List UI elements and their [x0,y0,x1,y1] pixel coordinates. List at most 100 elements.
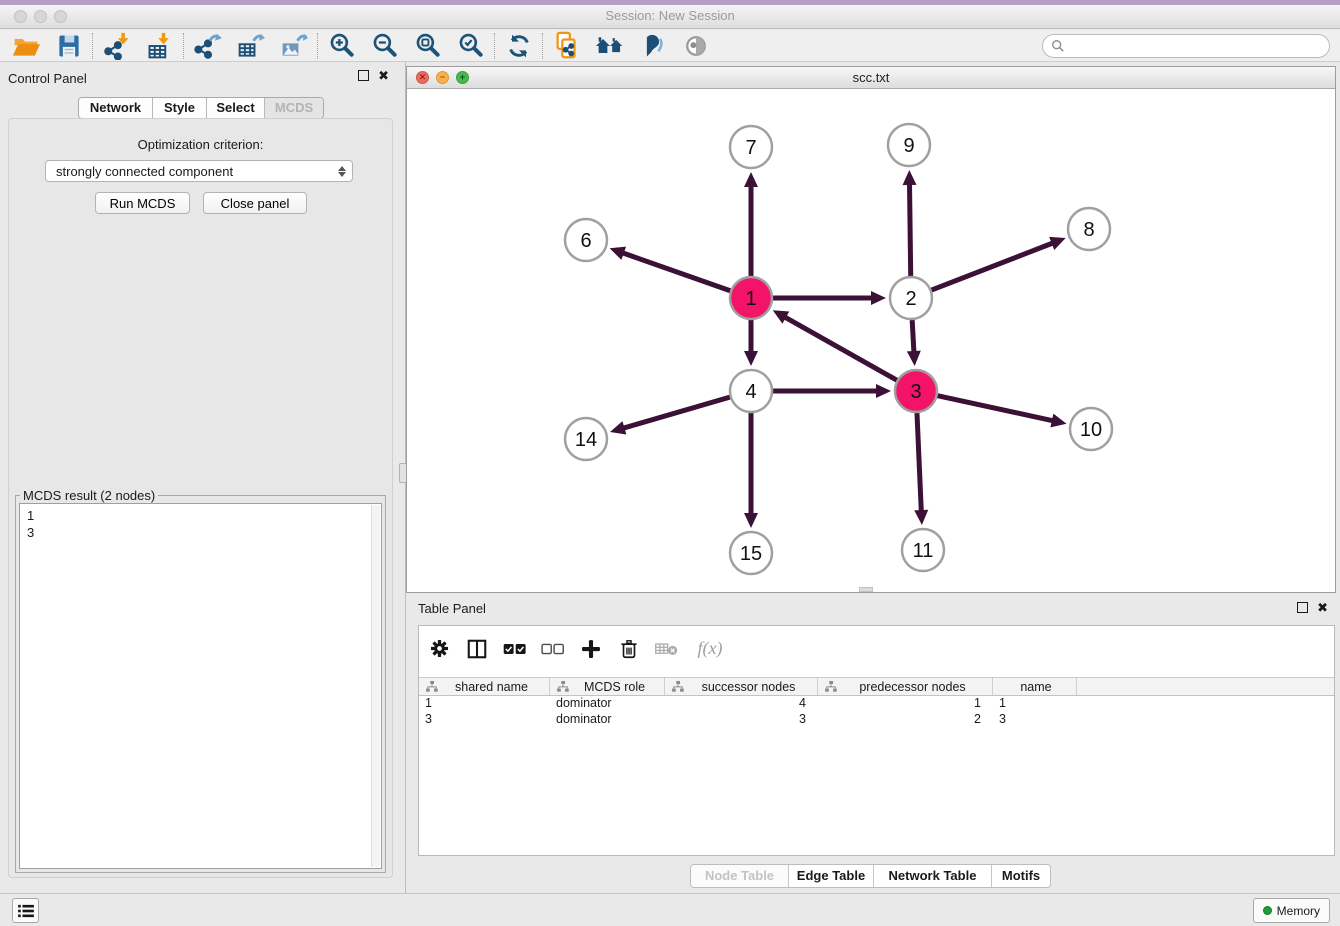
graph-edge-3-11[interactable] [917,413,921,513]
criterion-dropdown-value: strongly connected component [56,164,338,179]
control-panel-tabs: Network Style Select MCDS [78,97,324,119]
task-history-button[interactable] [12,898,39,923]
memory-button[interactable]: Memory [1253,898,1330,923]
tab-node-table[interactable]: Node Table [691,865,788,887]
graph-edge-2-9[interactable] [909,182,910,276]
close-panel-button[interactable]: Close panel [203,192,307,214]
close-panel-icon[interactable]: ✖ [378,70,389,81]
cell-predecessor-nodes: 1 [818,696,993,712]
tab-select[interactable]: Select [206,98,264,118]
cell-successor-nodes: 3 [665,712,818,728]
network-window-title: scc.txt [407,70,1335,85]
open-session-icon[interactable] [4,31,47,61]
import-network-icon[interactable] [95,31,138,61]
column-header-successor-nodes[interactable]: successor nodes [665,678,818,695]
clear-selection-icon[interactable] [541,637,565,661]
graph-node-label: 4 [745,381,756,403]
toolbar-separator [92,33,93,59]
tab-motifs[interactable]: Motifs [991,865,1050,887]
graph-edge-1-6[interactable] [621,252,730,290]
criterion-dropdown[interactable]: strongly connected component [45,160,353,182]
tab-edge-table[interactable]: Edge Table [788,865,873,887]
memory-label: Memory [1277,904,1320,918]
select-all-rows-icon[interactable] [503,637,527,661]
graph-edge-arrowhead [914,510,928,525]
zoom-in-icon[interactable] [320,31,363,61]
tab-mcds[interactable]: MCDS [264,98,323,118]
birds-eye-view-icon[interactable] [674,31,717,61]
close-table-panel-icon[interactable]: ✖ [1317,602,1328,613]
add-column-icon[interactable] [579,637,603,661]
graph-node-label: 6 [580,230,591,252]
graph-node-label: 15 [740,543,762,565]
table-row[interactable]: 3 dominator 3 2 3 [419,712,1334,728]
graph-node-label: 2 [905,288,916,310]
window-title: Session: New Session [0,8,1340,23]
clone-network-icon[interactable] [545,31,588,61]
mcds-result-text: 1 3 [20,504,381,541]
zoom-selected-icon[interactable] [449,31,492,61]
zoom-fit-icon[interactable] [406,31,449,61]
graph-node-label: 9 [903,135,914,157]
graph-edge-arrowhead [610,247,626,260]
run-mcds-button[interactable]: Run MCDS [95,192,190,214]
tab-style[interactable]: Style [152,98,206,118]
search-input[interactable] [1065,36,1329,56]
attribute-icon [672,681,684,692]
graph-node-label: 8 [1083,219,1094,241]
tab-network[interactable]: Network [79,98,152,118]
graph-edge-arrowhead [903,170,917,185]
result-scrollbar[interactable] [371,505,380,867]
column-panel-icon[interactable] [465,637,489,661]
column-header-predecessor-nodes[interactable]: predecessor nodes [818,678,993,695]
graph-node-label: 14 [575,429,597,451]
export-network-icon[interactable] [186,31,229,61]
horizontal-divider-handle[interactable] [859,587,873,592]
float-panel-icon[interactable] [358,70,369,81]
export-image-icon[interactable] [272,31,315,61]
graph-edge-4-14[interactable] [622,397,730,429]
equation-builder-icon[interactable]: f(x) [693,637,727,661]
float-table-panel-icon[interactable] [1297,602,1308,613]
table-options-icon[interactable] [427,637,451,661]
zoom-out-icon[interactable] [363,31,406,61]
network-canvas[interactable]: 1234678910111415 [407,89,1335,592]
graph-node-label: 7 [745,137,756,159]
table-row[interactable]: 1 dominator 4 1 1 [419,696,1334,712]
column-header-shared-name[interactable]: shared name [419,678,550,695]
graph-edge-arrowhead [876,384,891,398]
show-graphics-details-icon[interactable] [631,31,674,61]
graph-node-label: 1 [745,288,756,310]
graph-edge-3-10[interactable] [937,396,1054,421]
graph-edge-2-3[interactable] [912,320,914,354]
graph-edge-arrowhead [907,351,921,366]
cell-successor-nodes: 4 [665,696,818,712]
node-table-container: f(x) shared name MCDS role successor n [418,625,1335,856]
memory-status-icon [1263,906,1272,915]
graph-edge-arrowhead [610,421,626,434]
delete-table-icon[interactable] [655,637,679,661]
cell-name: 1 [993,696,1077,712]
table-tabs: Node Table Edge Table Network Table Moti… [690,864,1051,888]
delete-column-icon[interactable] [617,637,641,661]
tab-network-table[interactable]: Network Table [873,865,991,887]
column-header-name[interactable]: name [993,678,1077,695]
search-field[interactable] [1042,34,1330,58]
cell-mcds-role: dominator [550,696,665,712]
import-table-icon[interactable] [138,31,181,61]
graph-edge-3-1[interactable] [783,316,897,380]
home-layout-icon[interactable] [588,31,631,61]
save-session-icon[interactable] [47,31,90,61]
table-panel-title: Table Panel [418,601,486,616]
graph-edge-2-8[interactable] [932,242,1055,290]
mcds-result-textarea[interactable]: 1 3 [19,503,382,869]
refresh-icon[interactable] [497,31,540,61]
cell-name: 3 [993,712,1077,728]
cell-mcds-role: dominator [550,712,665,728]
cell-shared-name: 3 [419,712,550,728]
export-table-icon[interactable] [229,31,272,61]
toolbar-separator [494,33,495,59]
column-header-mcds-role[interactable]: MCDS role [550,678,665,695]
network-window-titlebar: ✕ − + scc.txt [407,67,1335,89]
fx-label: f(x) [698,638,723,659]
